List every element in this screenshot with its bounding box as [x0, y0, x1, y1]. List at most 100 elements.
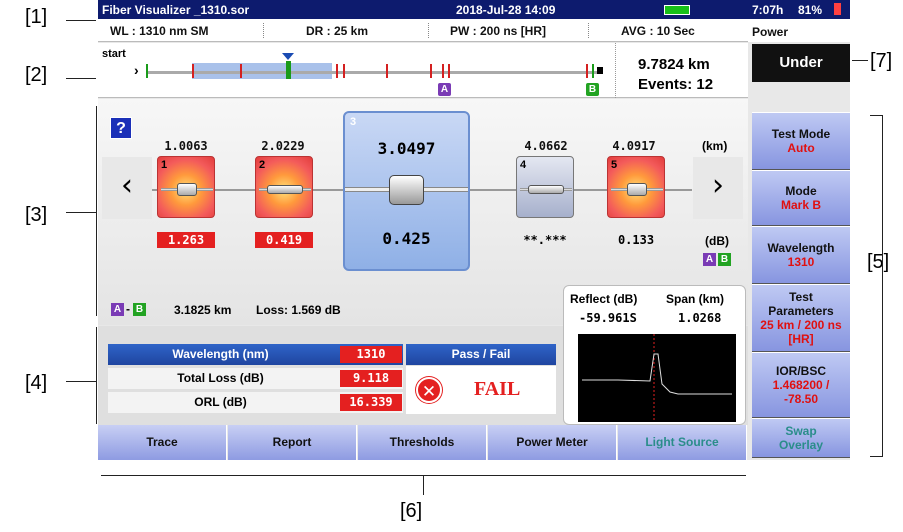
test-parameters-button[interactable]: Test Parameters 25 km / 200 ns [HR]: [752, 284, 850, 352]
ior-bsc-button[interactable]: IOR/BSC 1.468200 / -78.50: [752, 352, 850, 418]
reflectance-panel: Reflect (dB) Span (km) -59.961S 1.0268: [563, 285, 746, 425]
distance-range-info: DR : 25 km: [306, 24, 369, 38]
connector-icon: [611, 183, 663, 196]
bracket-5-top: [870, 115, 882, 116]
connector-icon: [161, 183, 213, 196]
bracket-5: [882, 115, 883, 457]
callout-7: [7]: [870, 50, 893, 72]
event-1[interactable]: 1: [157, 156, 215, 218]
mode-button[interactable]: Mode Mark B: [752, 170, 850, 226]
result-label: ORL (dB): [194, 395, 247, 409]
callout-3: [3]: [25, 204, 48, 226]
overview-event: [336, 64, 338, 78]
bottom-tabs: Trace Report Thresholds Power Meter Ligh…: [98, 425, 748, 460]
end-marker-icon: [597, 67, 603, 74]
tab-report[interactable]: Report: [228, 425, 357, 460]
link-overview[interactable]: start › A B 9.7824 km Events: 12: [98, 43, 748, 98]
battery-percent: 81%: [798, 3, 823, 17]
overview-event: [430, 64, 432, 78]
menu-label: Swap Overlay: [778, 424, 824, 452]
date-time: 2018-Jul-28 14:09: [456, 3, 556, 17]
tab-power-meter[interactable]: Power Meter: [488, 425, 617, 460]
bracket-line-1: [66, 20, 96, 21]
event-3-number: 3: [350, 116, 357, 128]
result-row-total-loss: Total Loss (dB) 9.118: [108, 368, 403, 389]
bracket-line-2: [66, 78, 96, 79]
event-1-distance: 1.0063: [164, 139, 208, 153]
overview-event-end: [592, 64, 594, 78]
span-label: Span (km): [666, 292, 725, 306]
span-value: 1.0268: [678, 311, 722, 325]
fiber-length: 9.7824 km: [638, 56, 710, 73]
callout-5: [5]: [867, 251, 890, 273]
fail-icon: ✕: [416, 377, 442, 403]
callout-1: [1]: [25, 6, 48, 28]
verdict-box: ✕ FAIL: [406, 366, 556, 414]
power-plug-icon: [834, 3, 841, 15]
reflectance-trace-chart: [578, 334, 736, 422]
menu-label: Test Mode: [771, 127, 831, 141]
battery-time: 7:07h: [752, 3, 784, 17]
menu-value: Auto: [787, 141, 815, 155]
event-4[interactable]: 4: [516, 156, 574, 218]
swap-overlay-button[interactable]: Swap Overlay: [752, 418, 850, 458]
separator: [428, 23, 429, 38]
menu-value: 1310: [787, 255, 815, 269]
event-2[interactable]: 2: [255, 156, 313, 218]
next-button[interactable]: ›: [693, 157, 743, 219]
bracket-4: [96, 327, 97, 424]
overview-event: [586, 64, 588, 78]
wavelength-info: WL : 1310 nm SM: [110, 24, 209, 38]
prev-button[interactable]: ‹: [102, 157, 152, 219]
marker-a-icon: A: [438, 83, 451, 96]
tab-thresholds[interactable]: Thresholds: [358, 425, 487, 460]
event-5-number: 5: [611, 159, 618, 171]
event-count: Events: 12: [638, 76, 714, 93]
wavelength-button[interactable]: Wavelength 1310: [752, 226, 850, 284]
start-label: start: [102, 48, 126, 60]
menu-value: 25 km / 200 ns [HR]: [760, 318, 842, 346]
passfail-header: Pass / Fail: [406, 344, 556, 365]
event-3-loss: 0.425: [382, 229, 431, 248]
overview-event: [442, 64, 444, 78]
chevron-right-icon: ›: [134, 62, 139, 78]
event-3-distance: 3.0497: [377, 139, 436, 158]
event-4-loss: **.***: [523, 233, 567, 247]
separator: [263, 23, 264, 38]
bracket-line-4: [66, 381, 96, 382]
bracket-line-7: [852, 60, 868, 61]
callout-2: [2]: [25, 64, 48, 86]
help-button[interactable]: ?: [110, 117, 132, 139]
menu-value: 1.468200 / -78.50: [772, 378, 830, 406]
overview-cursor[interactable]: [286, 61, 291, 79]
separator: [615, 43, 616, 98]
overview-event: [386, 64, 388, 78]
callout-4: [4]: [25, 372, 48, 394]
event-1-number: 1: [161, 159, 168, 171]
overview-event: [448, 64, 450, 78]
bracket-line-3: [66, 212, 96, 213]
test-mode-button[interactable]: Test Mode Auto: [752, 112, 850, 170]
event-5-distance: 4.0917: [612, 139, 656, 153]
splice-icon: [259, 183, 311, 195]
reflect-value: -59.961S: [579, 311, 637, 325]
event-2-distance: 2.0229: [261, 139, 305, 153]
ab-dash: -: [126, 302, 130, 316]
battery-icon: [664, 5, 690, 15]
tab-light-source[interactable]: Light Source: [618, 425, 747, 460]
result-label: Wavelength (nm): [172, 347, 269, 361]
marker-a-icon: A: [111, 303, 124, 316]
title-bar: Fiber Visualizer _1310.sor 2018-Jul-28 1…: [98, 0, 850, 19]
event-3-selected[interactable]: 3 3.0497 0.425: [343, 111, 470, 271]
overview-event: [240, 64, 242, 78]
result-value: 16.339: [340, 394, 402, 411]
menu-value: Mark B: [780, 198, 821, 212]
reflect-label: Reflect (dB): [570, 292, 638, 306]
result-label: Total Loss (dB): [177, 371, 264, 385]
file-name: Fiber Visualizer _1310.sor: [102, 3, 250, 17]
result-value: 9.118: [340, 370, 402, 387]
tab-trace[interactable]: Trace: [98, 425, 227, 460]
menu-label: Test Parameters: [768, 290, 834, 318]
ab-distance: 3.1825 km: [174, 303, 232, 317]
event-5[interactable]: 5: [607, 156, 665, 218]
